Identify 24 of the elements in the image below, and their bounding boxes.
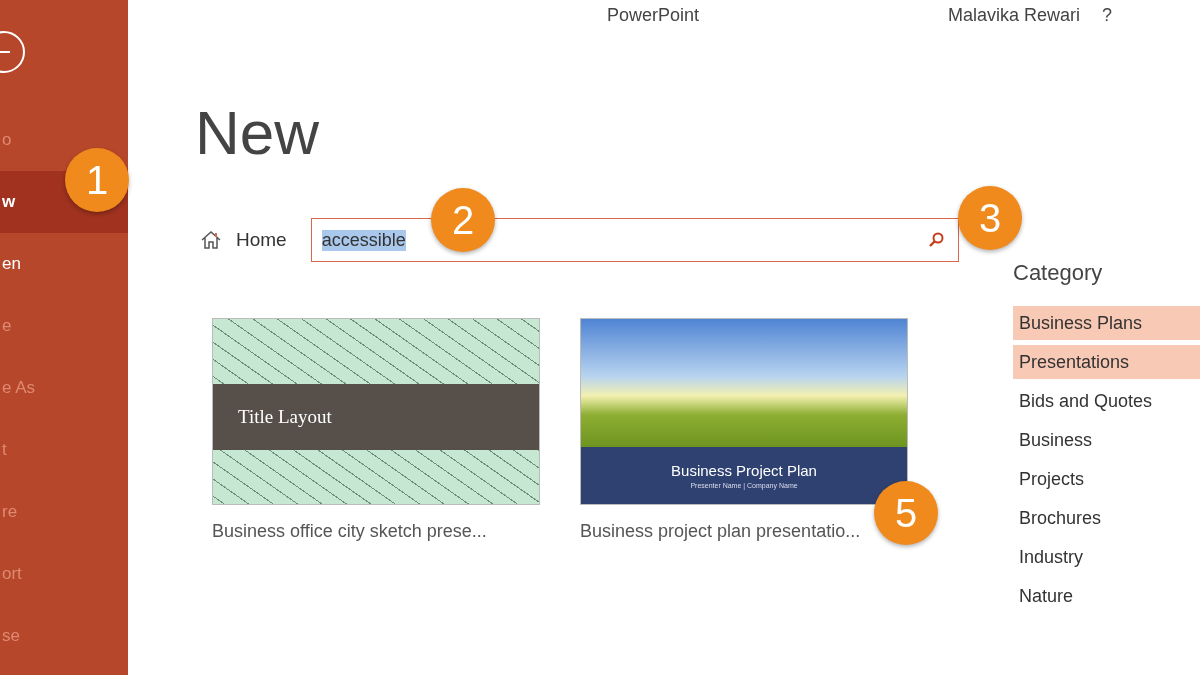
user-name[interactable]: Malavika Rewari [948,4,1081,26]
category-item[interactable]: Business [1013,423,1200,457]
help-button[interactable]: ? [1102,4,1113,26]
home-icon [200,230,222,250]
page-title: New [195,100,321,166]
category-heading: Category [1013,260,1104,286]
category-item[interactable]: Business Plans [1013,306,1200,340]
search-icon[interactable] [927,232,944,248]
step-number-badge: 2 [431,188,495,252]
category-item[interactable]: Presentations [1013,345,1200,379]
slide-title: Title Layout [238,405,333,428]
template-caption: Business office city sketch prese... [212,521,487,542]
step-number-badge: 3 [958,186,1022,250]
app-title: PowerPoint [607,4,700,26]
category-item[interactable]: Projects [1013,462,1200,496]
slide-title: Business Project Plan [671,462,817,479]
category-item[interactable]: Brochures [1013,501,1200,535]
template-caption: Business project plan presentatio... [580,521,861,542]
category-item[interactable]: Industry [1013,540,1200,574]
home-link[interactable]: Home [200,229,287,251]
category-item[interactable]: Nature [1013,579,1200,613]
category-item[interactable]: Bids and Quotes [1013,384,1200,418]
step-number-badge: 5 [874,481,938,545]
sidebar-item[interactable]: en [0,233,60,295]
